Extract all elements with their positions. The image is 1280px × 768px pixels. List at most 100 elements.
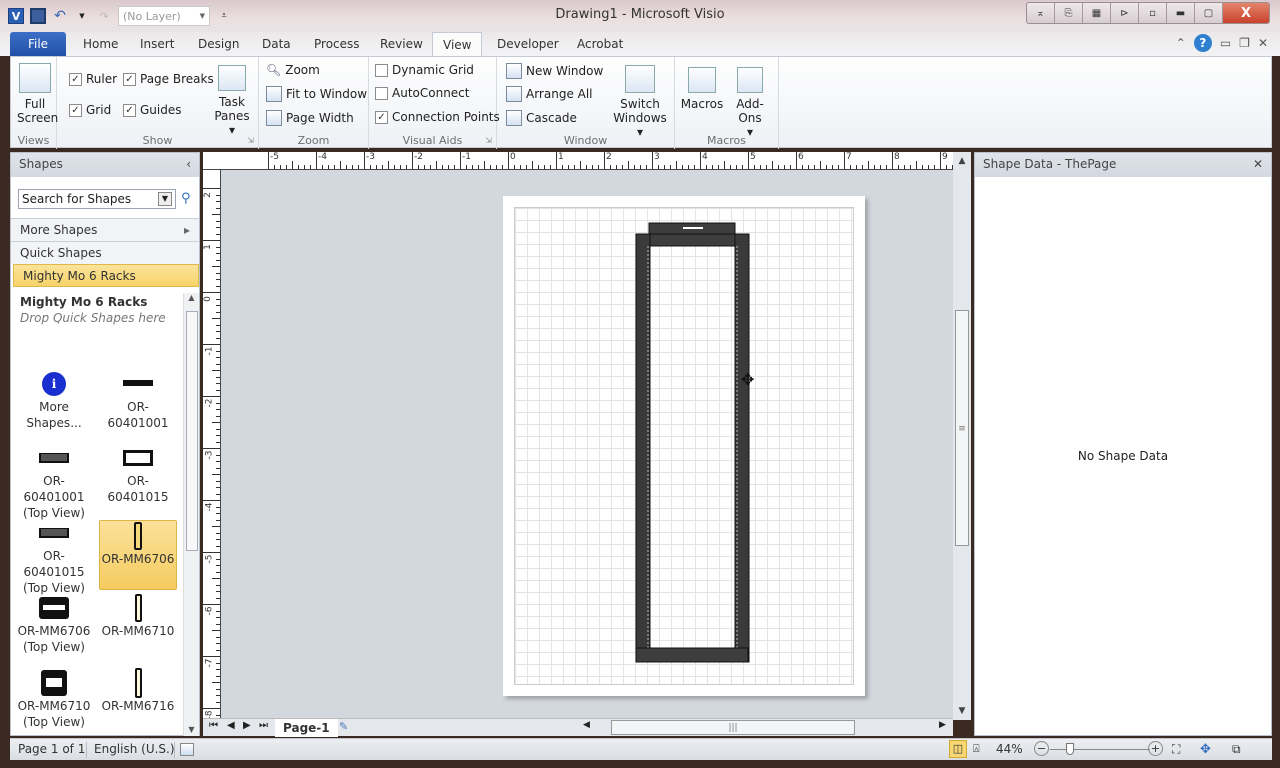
extra-control-5-icon[interactable]: ▫	[1139, 3, 1167, 23]
tab-developer[interactable]: Developer	[487, 32, 569, 56]
tab-home[interactable]: Home	[73, 32, 128, 56]
quick-shapes-item[interactable]: Quick Shapes	[11, 241, 199, 264]
tab-file[interactable]: File	[10, 32, 66, 56]
dynamic-grid-checkbox[interactable]: Dynamic Grid	[375, 63, 474, 77]
minimize-button[interactable]: ▬	[1167, 3, 1195, 23]
last-page-icon[interactable]: ⏭	[259, 720, 268, 731]
new-window-button[interactable]: New Window	[506, 63, 603, 79]
tab-design[interactable]: Design	[188, 32, 249, 56]
master-or-mm6710-top[interactable]: OR-MM6710 (Top View)	[15, 668, 93, 736]
fit-to-window-button[interactable]: Fit to Window	[266, 86, 367, 102]
zoom-slider-track[interactable]	[1050, 749, 1150, 750]
vertical-scroll-thumb[interactable]: ≡	[955, 310, 969, 546]
presentation-view-icon[interactable]: ⍓	[973, 742, 980, 756]
doc-close-icon[interactable]: ✕	[1258, 36, 1268, 50]
switch-windows-status-icon[interactable]: ⧉	[1232, 742, 1241, 757]
switch-windows-button[interactable]: Switch Windows ▾	[609, 65, 671, 139]
fit-page-icon[interactable]: ⛶	[1172, 742, 1180, 757]
maximize-button[interactable]: ▢	[1195, 3, 1223, 23]
normal-view-icon[interactable]: ◫	[949, 740, 967, 758]
master-or-60401015[interactable]: OR-60401015	[99, 443, 177, 513]
prev-page-icon[interactable]: ◀	[227, 720, 235, 731]
stencil-mighty-mo-6-racks[interactable]: Mighty Mo 6 Racks	[13, 264, 199, 287]
zoom-button[interactable]: 🔍︎ Zoom	[266, 63, 320, 77]
drawing-canvas[interactable]: OR-MM6706 ✥	[221, 170, 953, 720]
collapse-pane-icon[interactable]: ‹	[186, 157, 191, 173]
cascade-button[interactable]: Cascade	[506, 110, 577, 126]
close-button[interactable]: X	[1223, 3, 1269, 23]
arrange-all-button[interactable]: Arrange All	[506, 86, 593, 102]
rack-shape-or-mm6706[interactable]	[503, 196, 865, 696]
master-or-mm6706[interactable]: OR-MM6706	[99, 520, 177, 590]
scroll-thumb[interactable]	[186, 311, 198, 551]
master-more-shapes[interactable]: i More Shapes...	[15, 369, 93, 439]
add-ons-button[interactable]: Add-Ons ▾	[725, 67, 775, 139]
search-dropdown-icon[interactable]: ▼	[158, 192, 172, 206]
zoom-level[interactable]: 44%	[996, 742, 1023, 756]
page-number-status[interactable]: Page 1 of 1	[18, 742, 85, 756]
ruler-checkbox[interactable]: ✓ Ruler	[69, 72, 117, 86]
ruler-tick	[216, 480, 220, 482]
master-or-mm6716[interactable]: OR-MM6716	[99, 668, 177, 736]
scroll-down-icon[interactable]: ▼	[184, 725, 199, 734]
more-shapes-item[interactable]: More Shapes ▸	[11, 218, 199, 241]
master-or-60401001-top[interactable]: OR-60401001 (Top View)	[15, 443, 93, 520]
master-or-60401015-top[interactable]: OR-60401015 (Top View)	[15, 518, 93, 595]
autoconnect-checkbox[interactable]: AutoConnect	[375, 86, 469, 100]
tab-review[interactable]: Review	[370, 32, 433, 56]
task-panes-button[interactable]: Task Panes ▾	[211, 65, 253, 137]
doc-minimize-icon[interactable]: ▭	[1220, 36, 1231, 50]
drawing-page[interactable]: OR-MM6706 ✥	[503, 196, 865, 696]
insert-page-icon[interactable]: ✎	[339, 720, 348, 733]
close-pane-icon[interactable]: ✕	[1253, 157, 1263, 173]
stencil-scrollbar[interactable]: ▲ ▼	[183, 293, 199, 736]
ruler-tick	[520, 165, 521, 169]
extra-control-1-icon[interactable]: ⌅	[1027, 3, 1055, 23]
visual-aids-dialog-launcher-icon[interactable]: ⇲	[485, 136, 492, 145]
extra-control-3-icon[interactable]: ▦	[1083, 3, 1111, 23]
macro-record-icon[interactable]	[180, 743, 194, 756]
ruler-tick	[676, 161, 677, 169]
help-icon[interactable]: ?	[1193, 34, 1212, 52]
status-separator	[86, 742, 87, 758]
ruler-tick	[808, 165, 809, 169]
zoom-out-icon[interactable]: −	[1034, 741, 1049, 756]
doc-restore-icon[interactable]: ❐	[1239, 36, 1250, 50]
tab-view[interactable]: View	[432, 32, 482, 56]
zoom-in-icon[interactable]: +	[1148, 741, 1163, 756]
guides-checkbox[interactable]: ✓ Guides	[123, 103, 182, 117]
language-status[interactable]: English (U.S.)	[94, 742, 175, 756]
master-or-60401001[interactable]: OR-60401001	[99, 369, 177, 439]
master-or-mm6710[interactable]: OR-MM6710	[99, 593, 177, 663]
tab-acrobat[interactable]: Acrobat	[567, 32, 633, 56]
full-screen-button[interactable]: Full Screen	[17, 63, 58, 125]
master-or-mm6706-top[interactable]: OR-MM6706 (Top View)	[15, 593, 93, 663]
scroll-up-icon[interactable]: ▲	[184, 293, 199, 302]
first-page-icon[interactable]: ⏮	[209, 720, 218, 731]
scroll-left-icon[interactable]: ◀	[583, 720, 590, 730]
search-icon[interactable]: ⚲	[181, 191, 191, 206]
page-width-button[interactable]: Page Width	[266, 110, 354, 126]
search-shapes-input[interactable]: Search for Shapes ▼	[18, 189, 176, 209]
page-breaks-checkbox[interactable]: ✓ Page Breaks	[123, 72, 214, 86]
macros-button[interactable]: Macros	[680, 67, 724, 111]
collapse-ribbon-icon[interactable]: ⌃	[1176, 36, 1186, 50]
zoom-slider-thumb[interactable]	[1066, 743, 1074, 755]
next-page-icon[interactable]: ▶	[243, 720, 251, 731]
scroll-right-icon[interactable]: ▶	[939, 720, 946, 730]
scroll-down-icon[interactable]: ▼	[953, 706, 971, 716]
tab-insert[interactable]: Insert	[130, 32, 184, 56]
grid-checkbox[interactable]: ✓ Grid	[69, 103, 111, 117]
canvas-vertical-scrollbar[interactable]: ▲ ≡ ▼	[953, 152, 971, 720]
horizontal-scroll-thumb[interactable]: |||	[611, 720, 855, 735]
tab-data[interactable]: Data	[252, 32, 301, 56]
connection-points-checkbox[interactable]: ✓ Connection Points	[375, 110, 500, 124]
extra-control-4-icon[interactable]: ⊳	[1111, 3, 1139, 23]
extra-control-2-icon[interactable]: ⎘	[1055, 3, 1083, 23]
tab-process[interactable]: Process	[304, 32, 370, 56]
scroll-up-icon[interactable]: ▲	[953, 156, 971, 166]
show-dialog-launcher-icon[interactable]: ⇲	[247, 136, 254, 145]
ruler-tick	[940, 151, 941, 169]
page-tab-page-1[interactable]: Page-1	[275, 719, 338, 737]
pan-zoom-icon[interactable]: ✥	[1200, 742, 1211, 757]
